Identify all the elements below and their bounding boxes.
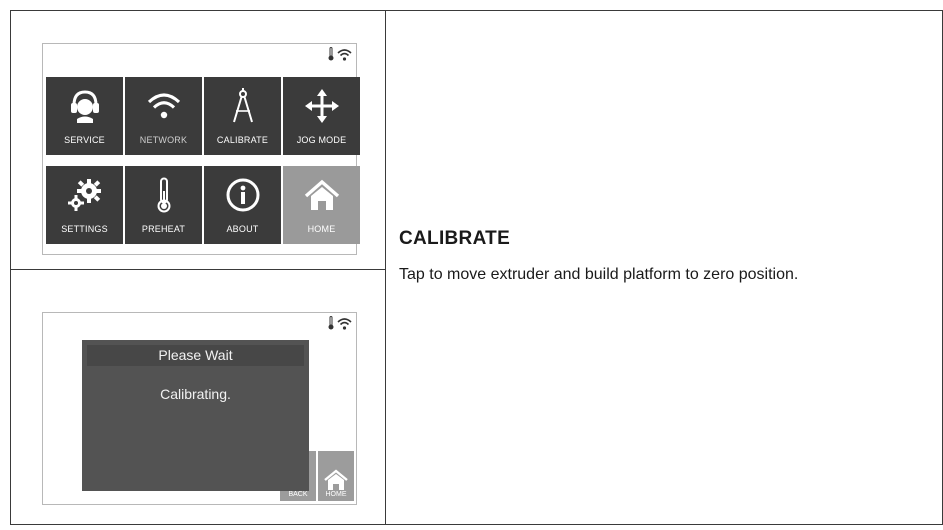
gears-icon	[67, 179, 101, 211]
section-heading: CALIBRATE	[399, 228, 511, 249]
thermometer-icon	[157, 177, 170, 213]
back-label: BACK	[288, 491, 308, 498]
printer-touchscreen-calibrating: BACK HOME Please Wait Calibrating.	[42, 312, 357, 505]
tile-about[interactable]: ABOUT	[204, 166, 281, 244]
tile-label: PREHEAT	[141, 224, 186, 234]
info-icon	[226, 178, 259, 212]
menu-screenshot-cell: SERVICE NETWORK CALIBRATE JOG MODE SETTI…	[10, 10, 386, 270]
section-description: Tap to move extruder and build platform …	[399, 266, 799, 283]
tile-label: JOG MODE	[296, 135, 347, 145]
tile-label: SERVICE	[64, 135, 105, 145]
wifi-status-icon	[337, 48, 352, 61]
dialog-message: Calibrating.	[160, 386, 231, 402]
tile-jog-mode[interactable]: JOG MODE	[283, 77, 360, 155]
thermometer-status-icon	[328, 47, 334, 61]
tile-label: HOME	[307, 224, 336, 234]
headset-icon	[70, 90, 99, 123]
tile-label: NETWORK	[139, 135, 188, 145]
thermometer-status-icon	[328, 316, 334, 330]
tile-home[interactable]: HOME	[283, 166, 360, 244]
wifi-status-icon	[337, 317, 352, 330]
printer-touchscreen-menu: SERVICE NETWORK CALIBRATE JOG MODE SETTI…	[42, 43, 360, 255]
tile-service[interactable]: SERVICE	[46, 77, 123, 155]
tile-label: CALIBRATE	[216, 135, 269, 145]
tile-label: SETTINGS	[61, 224, 108, 234]
tile-settings[interactable]: SETTINGS	[46, 166, 123, 244]
tile-label: ABOUT	[226, 224, 259, 234]
tile-preheat[interactable]: PREHEAT	[125, 166, 202, 244]
move-arrows-icon	[304, 89, 339, 123]
wifi-icon	[147, 93, 180, 119]
compass-icon	[232, 88, 253, 123]
tile-calibrate[interactable]: CALIBRATE	[204, 77, 281, 155]
dialog-title: Please Wait	[87, 345, 304, 366]
status-bar	[328, 47, 352, 61]
calibrating-screenshot-cell: BACK HOME Please Wait Calibrating.	[10, 269, 386, 525]
home-button[interactable]: HOME	[318, 451, 354, 501]
home-icon	[304, 179, 339, 210]
home-label: HOME	[325, 491, 347, 498]
please-wait-dialog: Please Wait Calibrating.	[82, 340, 309, 491]
home-icon	[324, 469, 348, 490]
status-bar	[328, 316, 352, 330]
tile-network[interactable]: NETWORK	[125, 77, 202, 155]
